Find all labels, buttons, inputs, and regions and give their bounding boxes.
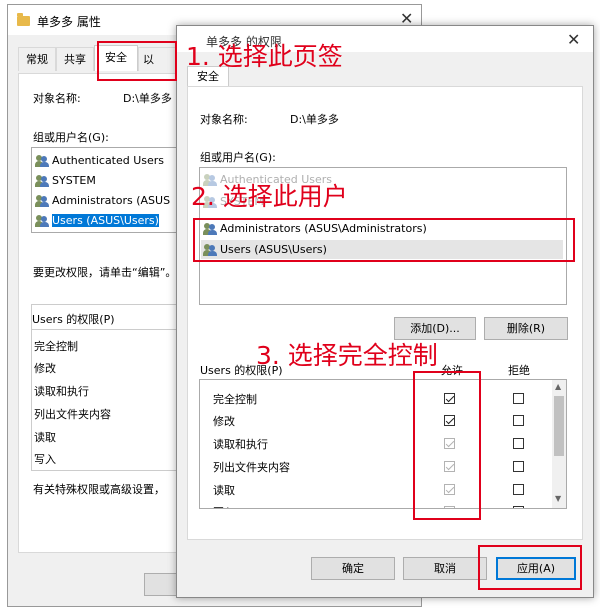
permission-name: 读取和执行	[34, 385, 89, 398]
table-row: 读取和执行	[200, 433, 550, 455]
users-icon	[35, 175, 49, 187]
annotation-step3: 3. 选择完全控制	[256, 341, 438, 370]
permissions-label: Users 的权限(P)	[32, 313, 115, 326]
users-icon	[35, 155, 49, 167]
table-row: 完全控制	[200, 388, 550, 410]
table-row: 列出文件夹内容	[200, 456, 550, 478]
users-icon	[35, 215, 49, 227]
permissions-table: 完全控制 修改 读取和执行 列出文件夹内容 读取 ▲ ▼	[199, 379, 567, 509]
deny-header: 拒绝	[508, 364, 530, 377]
users-icon	[35, 195, 49, 207]
list-item[interactable]: Users (ASUS\Users)	[35, 211, 159, 230]
deny-checkbox[interactable]	[513, 415, 524, 426]
security-panel: 对象名称: D:\单多多 组或用户名(G): Authenticated Use…	[187, 86, 583, 540]
permission-name: 完全控制	[213, 393, 257, 406]
highlight-security-tab	[97, 41, 177, 81]
permissions-box: Users 的权限(P) 完全控制 修改 读取和执行 列出文件夹内容 读取 写入	[31, 304, 193, 471]
permission-name: 写入	[213, 504, 235, 508]
object-name-label: 对象名称:	[200, 113, 248, 126]
change-permission-text: 要更改权限，请单击“编辑”。	[33, 266, 177, 279]
table-row: 修改	[200, 410, 550, 432]
remove-button[interactable]: 删除(R)	[484, 317, 568, 340]
permissions-dialog: 单多多 的权限 ✕ 安全 对象名称: D:\单多多 组或用户名(G): Auth…	[176, 25, 594, 598]
annotation-step2: 2. 选择此用户	[191, 182, 348, 211]
deny-checkbox[interactable]	[513, 484, 524, 495]
permission-name: 列出文件夹内容	[213, 461, 290, 474]
highlight-allow-column	[413, 371, 481, 520]
list-item[interactable]: SYSTEM	[35, 171, 96, 190]
table-row: 写入	[200, 501, 550, 508]
highlight-apply-button	[478, 545, 582, 590]
deny-checkbox[interactable]	[513, 438, 524, 449]
permission-name: 修改	[213, 415, 235, 428]
scrollbar-thumb[interactable]	[554, 396, 564, 456]
scroll-up-icon[interactable]: ▲	[555, 382, 561, 391]
object-name-label: 对象名称:	[33, 92, 81, 105]
list-item[interactable]: Administrators (ASUS	[35, 191, 170, 210]
permission-name: 读取	[34, 431, 56, 444]
tab-sharing[interactable]: 共享	[56, 47, 94, 71]
group-label: 组或用户名(G):	[200, 151, 276, 164]
scrollbar[interactable]: ▲ ▼	[552, 380, 566, 508]
window-title: 单多多 属性	[37, 15, 101, 29]
permission-name: 完全控制	[34, 340, 78, 353]
group-label: 组或用户名(G):	[33, 131, 109, 144]
permission-name: 读取	[213, 484, 235, 497]
deny-checkbox[interactable]	[513, 506, 524, 508]
close-icon[interactable]: ✕	[567, 30, 580, 49]
tab-general[interactable]: 常规	[18, 47, 56, 71]
folder-icon	[17, 13, 30, 26]
highlight-users-row	[193, 218, 575, 262]
ok-button[interactable]: 确定	[311, 557, 395, 580]
deny-checkbox[interactable]	[513, 461, 524, 472]
cancel-button[interactable]: 取消	[403, 557, 487, 580]
permission-name: 读取和执行	[213, 438, 268, 451]
special-permissions-text: 有关特殊权限或高级设置，	[33, 483, 165, 496]
object-name-value: D:\单多多	[290, 113, 339, 126]
user-list[interactable]: Authenticated Users SYSTEM Administrator…	[31, 147, 191, 233]
table-row: 读取	[200, 479, 550, 501]
annotation-step1: 1. 选择此页签	[186, 42, 343, 71]
permission-name: 列出文件夹内容	[34, 408, 111, 421]
object-name-value: D:\单多多	[123, 92, 172, 105]
scroll-down-icon[interactable]: ▼	[555, 494, 561, 503]
list-item[interactable]: Authenticated Users	[35, 151, 164, 170]
permission-name: 修改	[34, 362, 56, 375]
deny-checkbox[interactable]	[513, 393, 524, 404]
permission-name: 写入	[34, 453, 56, 466]
